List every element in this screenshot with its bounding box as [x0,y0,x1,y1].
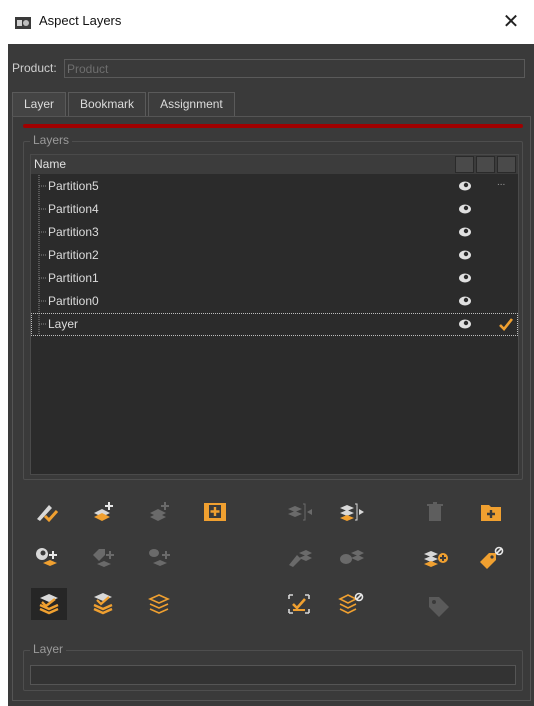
show-add-button[interactable] [29,542,65,574]
window-title: Aspect Layers [39,13,122,28]
layer-move-in-disabled-button[interactable] [281,496,317,528]
delete-icon [427,502,443,521]
tree-row-layer[interactable]: Layer [31,313,518,336]
eye-icon[interactable] [458,272,472,284]
eye-icon[interactable] [458,180,472,192]
tab-assignment[interactable]: Assignment [148,92,235,116]
folder-add-button[interactable] [473,496,509,528]
layer-tree: Name Partition5 ... Partition4 Partition… [30,154,519,475]
layers-group: Layers Name Partition5 ... Partition4 Pa… [23,133,523,480]
add-layer-icon [94,502,113,521]
column-visibility[interactable] [455,156,474,173]
book-add-icon [204,503,226,521]
app-icon [15,17,31,29]
add-layer-disabled-icon [150,502,169,521]
column-current[interactable] [497,156,516,173]
layers-check-icon [93,593,113,615]
layer-move-out-icon [340,503,364,521]
product-label: Product: [12,61,57,75]
folder-add-icon [481,505,501,521]
active-indicator-bar [23,124,523,128]
tree-row-label: Partition5 [48,179,99,193]
layer-add-circle-button[interactable] [417,542,453,574]
tag-add-disabled-icon [93,549,114,567]
tree-row-partition5[interactable]: Partition5 ... [31,175,518,198]
product-row: Product: [8,56,534,80]
title-bar: Aspect Layers ✕ [0,0,534,44]
layer-tab-panel: Layers Name Partition5 ... Partition4 Pa… [12,116,531,701]
layer-add-circle-icon [424,551,448,567]
select-check-button[interactable] [281,588,317,620]
eye-icon[interactable] [458,249,472,261]
tag-disabled-icon [429,597,449,617]
tree-row-partition3[interactable]: Partition3 [31,221,518,244]
tree-header: Name [31,155,518,174]
layers-check-active-icon [39,594,59,615]
tag-add-disabled-button[interactable] [85,542,121,574]
delete-button[interactable] [417,496,453,528]
layers-check-button[interactable] [85,588,121,620]
layers-remove-button[interactable] [333,588,369,620]
tab-layer[interactable]: Layer [12,92,67,118]
tag-disabled-button[interactable] [419,588,459,624]
add-layer-disabled-button[interactable] [141,496,177,528]
tree-row-partition1[interactable]: Partition1 [31,267,518,290]
layer-move-in-disabled-icon [288,503,312,521]
layers-outline-button[interactable] [141,588,177,620]
tree-row-partition2[interactable]: Partition2 [31,244,518,267]
layers-check-active-button[interactable] [31,588,67,620]
tag-remove-icon [480,546,504,569]
tab-bar: Layer Bookmark Assignment [12,92,237,118]
tree-row-label: Partition2 [48,248,99,262]
tree-row-label: Partition3 [48,225,99,239]
show-add-disabled-icon [149,549,170,566]
current-layer-check-icon[interactable] [498,316,514,332]
eye-icon[interactable] [458,295,472,307]
tree-row-partition0[interactable]: Partition0 [31,290,518,313]
eye-icon[interactable] [458,226,472,238]
layers-remove-icon [338,592,364,614]
layer-group-label: Layer [30,642,67,656]
eye-icon[interactable] [458,318,472,330]
close-button[interactable]: ✕ [494,4,528,38]
layers-group-label: Layers [30,133,73,147]
book-add-button[interactable] [197,496,233,528]
select-check-icon [288,594,310,614]
add-layer-button[interactable] [85,496,121,528]
column-extra[interactable] [476,156,495,173]
product-input[interactable] [64,59,525,78]
eye-icon[interactable] [458,203,472,215]
paint-layer-disabled-icon [289,550,312,567]
tree-row-label: Partition4 [48,202,99,216]
show-add-icon [36,548,57,566]
paint-layer-disabled-button[interactable] [281,542,317,574]
tree-row-partition4[interactable]: Partition4 [31,198,518,221]
tab-bookmark[interactable]: Bookmark [68,92,147,116]
show-layer-disabled-button[interactable] [333,542,369,574]
tag-remove-button[interactable] [473,542,509,574]
tree-row-label: Layer [48,317,79,331]
show-add-disabled-button[interactable] [141,542,177,574]
layer-move-out-button[interactable] [333,496,369,528]
row-extra-text: ... [497,177,506,188]
tree-row-label: Partition0 [48,294,99,308]
layers-outline-icon [148,594,170,614]
tree-row-label: Partition1 [48,271,99,285]
pencil-check-icon [37,505,59,523]
layer-group: Layer [23,642,523,691]
dialog-body: Product: Layer Bookmark Assignment Layer… [8,44,534,706]
pencil-check-button[interactable] [29,496,65,528]
layer-name-field [30,665,516,685]
show-layer-disabled-icon [340,550,364,564]
